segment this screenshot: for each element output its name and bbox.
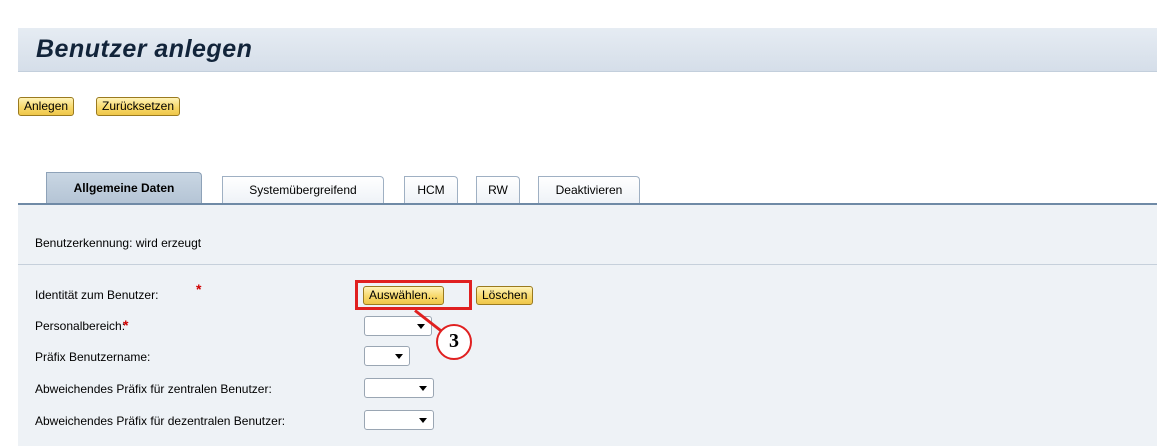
page-title: Benutzer anlegen <box>36 35 253 63</box>
required-marker: * <box>123 317 129 333</box>
reset-button[interactable]: Zurücksetzen <box>96 97 181 116</box>
tab-rw[interactable]: RW <box>476 176 520 204</box>
personnel-area-dropdown[interactable] <box>364 316 432 336</box>
central-prefix-dropdown[interactable] <box>364 378 434 398</box>
decentral-prefix-dropdown[interactable] <box>364 410 434 430</box>
central-prefix-label: Abweichendes Präfix für zentralen Benutz… <box>35 382 272 396</box>
tab-cross-system[interactable]: Systemübergreifend <box>222 176 384 204</box>
user-id-text: Benutzerkennung: wird erzeugt <box>35 236 202 250</box>
prefix-dropdown[interactable] <box>364 346 410 366</box>
chevron-down-icon <box>417 324 425 329</box>
chevron-down-icon <box>395 354 403 359</box>
tab-label: Allgemeine Daten <box>73 181 175 195</box>
section-divider <box>18 264 1157 265</box>
chevron-down-icon <box>419 418 427 423</box>
tab-strip: Allgemeine Daten Systemübergreifend HCM … <box>18 172 1157 204</box>
annotation-highlight <box>355 280 472 310</box>
page-header: Benutzer anlegen <box>18 28 1157 72</box>
identity-label: Identität zum Benutzer: <box>35 288 159 302</box>
chevron-down-icon <box>419 386 427 391</box>
tab-label: Deaktivieren <box>555 183 623 197</box>
tab-label: RW <box>488 183 508 197</box>
tab-label: HCM <box>417 183 445 197</box>
tab-general-data[interactable]: Allgemeine Daten <box>46 172 202 204</box>
create-button[interactable]: Anlegen <box>18 97 75 116</box>
tab-deactivate[interactable]: Deaktivieren <box>538 176 640 204</box>
tab-hcm[interactable]: HCM <box>404 176 458 204</box>
delete-identity-button[interactable]: Löschen <box>476 286 534 305</box>
annotation-step-badge: 3 <box>436 324 472 360</box>
personnel-area-label: Personalbereich: <box>35 319 126 333</box>
tab-label: Systemübergreifend <box>249 183 357 197</box>
decentral-prefix-label: Abweichendes Präfix für dezentralen Benu… <box>35 414 286 428</box>
prefix-label: Präfix Benutzername: <box>35 350 151 364</box>
required-marker: * <box>196 281 202 297</box>
